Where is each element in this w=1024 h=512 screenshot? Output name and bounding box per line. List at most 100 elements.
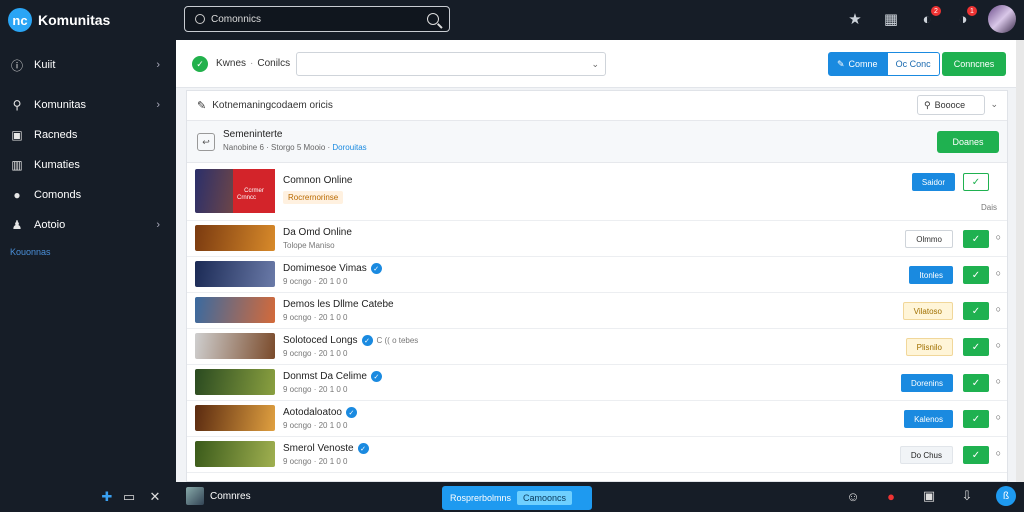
status-badge[interactable]: Dorenins <box>900 374 953 392</box>
verified-icon: ✓ <box>345 407 357 418</box>
sidebar-item-kumaties[interactable]: ▥ Kumaties <box>0 150 176 180</box>
pin-icon[interactable]: ★ <box>844 8 866 30</box>
status-badge[interactable]: Plisnilo <box>905 338 953 356</box>
sidebar-item-label: Komunitas <box>34 99 86 111</box>
bottom-cta-button[interactable]: Rosprerbolmns Camooncs <box>442 486 592 510</box>
status-badge[interactable]: Olmmo <box>905 230 953 248</box>
game-name[interactable]: Da Omd Online <box>283 227 352 238</box>
approve-button[interactable]: ✓ <box>963 266 989 284</box>
messages-icon[interactable]: ◑ 1 <box>952 6 977 30</box>
breadcrumb: Kwnes · Conilcs <box>216 58 291 69</box>
segment-button-a[interactable]: ✎ Comne <box>828 52 887 76</box>
approve-button[interactable]: ✓ <box>963 230 989 248</box>
sort-dropdown[interactable]: ⚲ Boooce ⌄ <box>917 95 998 115</box>
scrollbar[interactable] <box>1016 40 1024 482</box>
more-icon[interactable]: ○ <box>996 448 1001 458</box>
sidebar-item-racneds[interactable]: ▣ Racneds <box>0 120 176 150</box>
app-title: Komunitas <box>38 12 111 28</box>
approve-button[interactable]: ✓ <box>963 446 989 464</box>
help-icon[interactable]: ß <box>996 486 1016 506</box>
apps-grid-icon[interactable]: ▦ <box>880 8 902 30</box>
sidebar-item-label: Racneds <box>34 129 78 141</box>
game-thumbnail[interactable] <box>195 261 275 287</box>
more-icon[interactable]: ○ <box>996 340 1001 350</box>
current-item-label: Comnres <box>210 491 251 502</box>
game-thumbnail[interactable] <box>195 333 275 359</box>
search-input[interactable] <box>211 13 427 25</box>
game-name[interactable]: Demos les Dllme Catebe <box>283 299 394 310</box>
game-thumbnail[interactable] <box>195 297 275 323</box>
status-badge[interactable]: Do Chus <box>899 446 953 464</box>
more-icon[interactable]: ○ <box>996 412 1001 422</box>
top-bar: nc Komunitas ★ ▦ ◐2 ◑1 <box>0 0 1024 40</box>
approve-button[interactable]: ✓ <box>963 374 989 392</box>
more-icon[interactable]: ○ <box>996 304 1001 314</box>
table-row[interactable]: Ccrmer Crnncc Comnon Online Rocrernorinse Sa… <box>187 163 1007 221</box>
table-row[interactable]: Demos les Dllme Catebe 9 ocngo · 20 1 0 0… <box>187 293 1007 329</box>
table-row[interactable]: Aotodaloatoo ✓ 9 ocngo · 20 1 0 0 Kalenos ✓ ○ <box>187 401 1007 437</box>
table-row[interactable]: Smerol Venoste ✓ 9 ocngo · 20 1 0 0 Do Chus… <box>187 437 1007 473</box>
more-icon[interactable]: ○ <box>996 376 1001 386</box>
group-action-button[interactable]: Doanes <box>937 131 999 153</box>
breadcrumb-item[interactable]: Kwnes <box>216 58 246 69</box>
game-name[interactable]: Smerol Venoste ✓ <box>283 443 369 454</box>
record-icon[interactable]: ● <box>882 487 900 505</box>
group-link[interactable]: Dorouitas <box>332 143 366 152</box>
game-thumbnail[interactable] <box>195 405 275 431</box>
game-thumbnail[interactable] <box>195 441 275 467</box>
approve-button[interactable]: ✓ <box>963 173 989 191</box>
puzzle-icon[interactable]: ✚ <box>98 488 116 506</box>
game-thumbnail[interactable] <box>195 369 275 395</box>
segment-button-b[interactable]: Oc Conc <box>886 52 940 76</box>
game-thumbnail[interactable]: Ccrmer Crnncc <box>195 169 275 213</box>
chevron-down-icon: ⌄ <box>591 59 599 69</box>
table-row[interactable]: Domimesoe Vimas ✓ 9 ocngo · 20 1 0 0 Itonle… <box>187 257 1007 293</box>
sidebar-item-aotoio[interactable]: ♟ Aotoio › <box>0 210 176 240</box>
more-icon[interactable]: ○ <box>996 268 1001 278</box>
download-icon[interactable]: ⇩ <box>958 487 976 505</box>
search-bar[interactable] <box>184 6 450 32</box>
game-name[interactable]: Comnon Online <box>283 175 352 186</box>
status-badge[interactable]: Saidor <box>911 173 955 191</box>
current-item-thumbnail <box>186 487 204 505</box>
game-name[interactable]: Domimesoe Vimas ✓ <box>283 263 382 274</box>
approve-button[interactable]: ✓ <box>963 302 989 320</box>
status-badge[interactable]: Kalenos <box>904 410 953 428</box>
sidebar-item-komunitas[interactable]: ⚲ Komunitas › <box>0 90 176 120</box>
top-icons: ★ ▦ ◐ 2 ◑ 1 <box>844 5 1016 33</box>
table-row[interactable]: Da Omd Online Tolope Maniso Olmmo ✓ ○ <box>187 221 1007 257</box>
window-icon[interactable]: ▣ <box>920 487 938 505</box>
chevron-right-icon: › <box>156 59 160 71</box>
sidebar-item-kuiit[interactable]: ⓘ Kuiit › <box>0 50 176 80</box>
table-row[interactable]: Donmst Da Celime ✓ 9 ocngo · 20 1 0 0 Doren… <box>187 365 1007 401</box>
breadcrumb-item[interactable]: Conilcs <box>257 58 290 69</box>
search-icon[interactable] <box>427 13 439 25</box>
sidebar-active-link[interactable]: Kouonnas <box>0 240 176 264</box>
game-meta: Tolope Maniso <box>283 241 335 250</box>
table-row[interactable]: Solotoced Longs ✓ C (( o tebes 9 ocngo · 20… <box>187 329 1007 365</box>
sidebar-item-label: Comonds <box>34 189 82 201</box>
game-name[interactable]: Solotoced Longs ✓ C (( o tebes <box>283 335 418 346</box>
user-avatar[interactable] <box>988 5 1016 33</box>
filter-select[interactable]: ⌄ <box>296 52 606 76</box>
approve-button[interactable]: ✓ <box>963 410 989 428</box>
close-icon[interactable]: ✕ <box>146 488 164 506</box>
app-logo[interactable]: nc <box>8 8 32 32</box>
search-scope-icon <box>195 14 205 24</box>
group-header: ↩ Semeninterte Nanobine 6 · Storgo 5 Moo… <box>187 121 1007 163</box>
primary-action-button[interactable]: Conncnes <box>942 52 1006 76</box>
group-title: Semeninterte <box>223 129 283 140</box>
approve-button[interactable]: ✓ <box>963 338 989 356</box>
sidebar-item-comonds[interactable]: ● Comonds <box>0 180 176 210</box>
status-badge[interactable]: Itonles <box>909 266 953 284</box>
back-icon[interactable]: ↩ <box>197 133 215 151</box>
calendar-icon[interactable]: ▭ <box>120 488 138 506</box>
status-badge[interactable]: Vilatoso <box>902 302 953 320</box>
game-thumbnail[interactable] <box>195 225 275 251</box>
group-meta: Nanobine 6 · Storgo 5 Mooio · Dorouitas <box>223 143 367 152</box>
game-name[interactable]: Aotodaloatoo ✓ <box>283 407 357 418</box>
notifications-icon[interactable]: ◐ 2 <box>916 6 941 30</box>
emoji-icon[interactable]: ☺ <box>844 487 862 505</box>
more-icon[interactable]: ○ <box>996 232 1001 242</box>
game-name[interactable]: Donmst Da Celime ✓ <box>283 371 382 382</box>
